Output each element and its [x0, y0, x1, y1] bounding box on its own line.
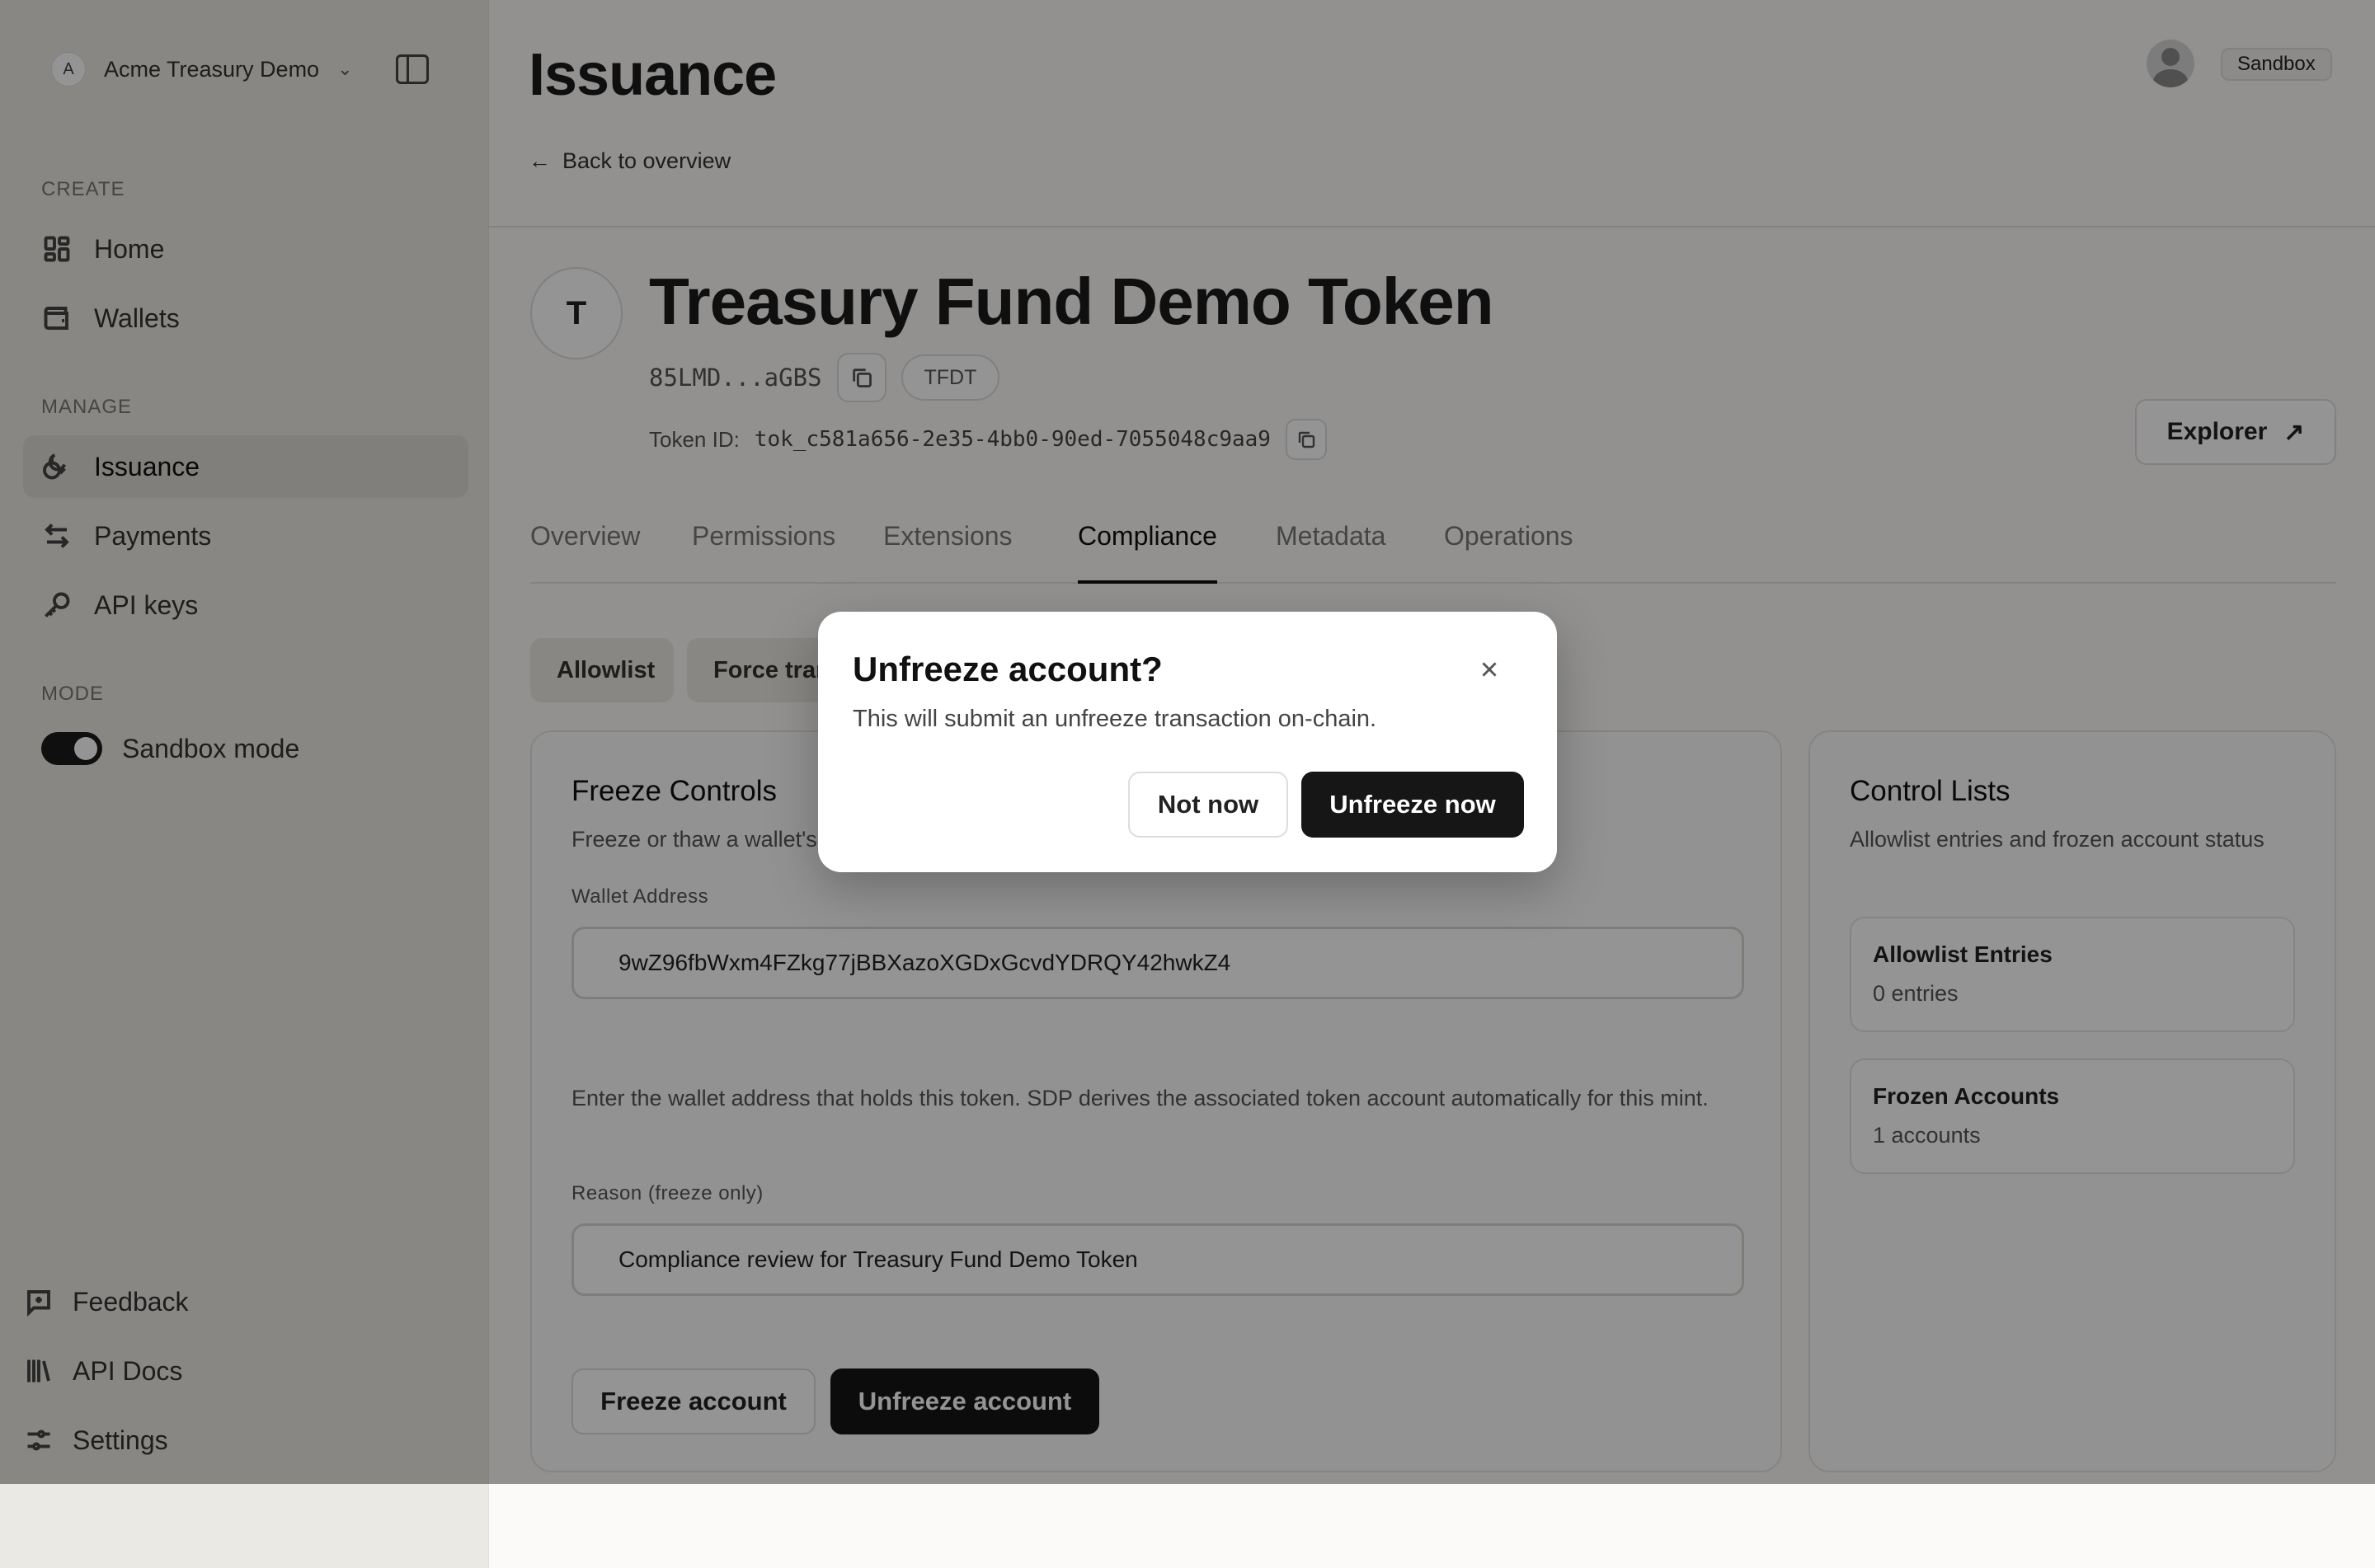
unfreeze-now-button[interactable]: Unfreeze now — [1301, 772, 1524, 838]
close-icon[interactable] — [1473, 653, 1506, 686]
dialog-description: This will submit an unfreeze transaction… — [853, 706, 1377, 732]
not-now-button[interactable]: Not now — [1128, 772, 1288, 838]
unfreeze-dialog: Unfreeze account? This will submit an un… — [818, 612, 1557, 872]
app-root: A Acme Treasury Demo ⌄ CREATE Home Walle… — [0, 0, 2375, 1568]
dialog-title: Unfreeze account? — [853, 650, 1163, 688]
